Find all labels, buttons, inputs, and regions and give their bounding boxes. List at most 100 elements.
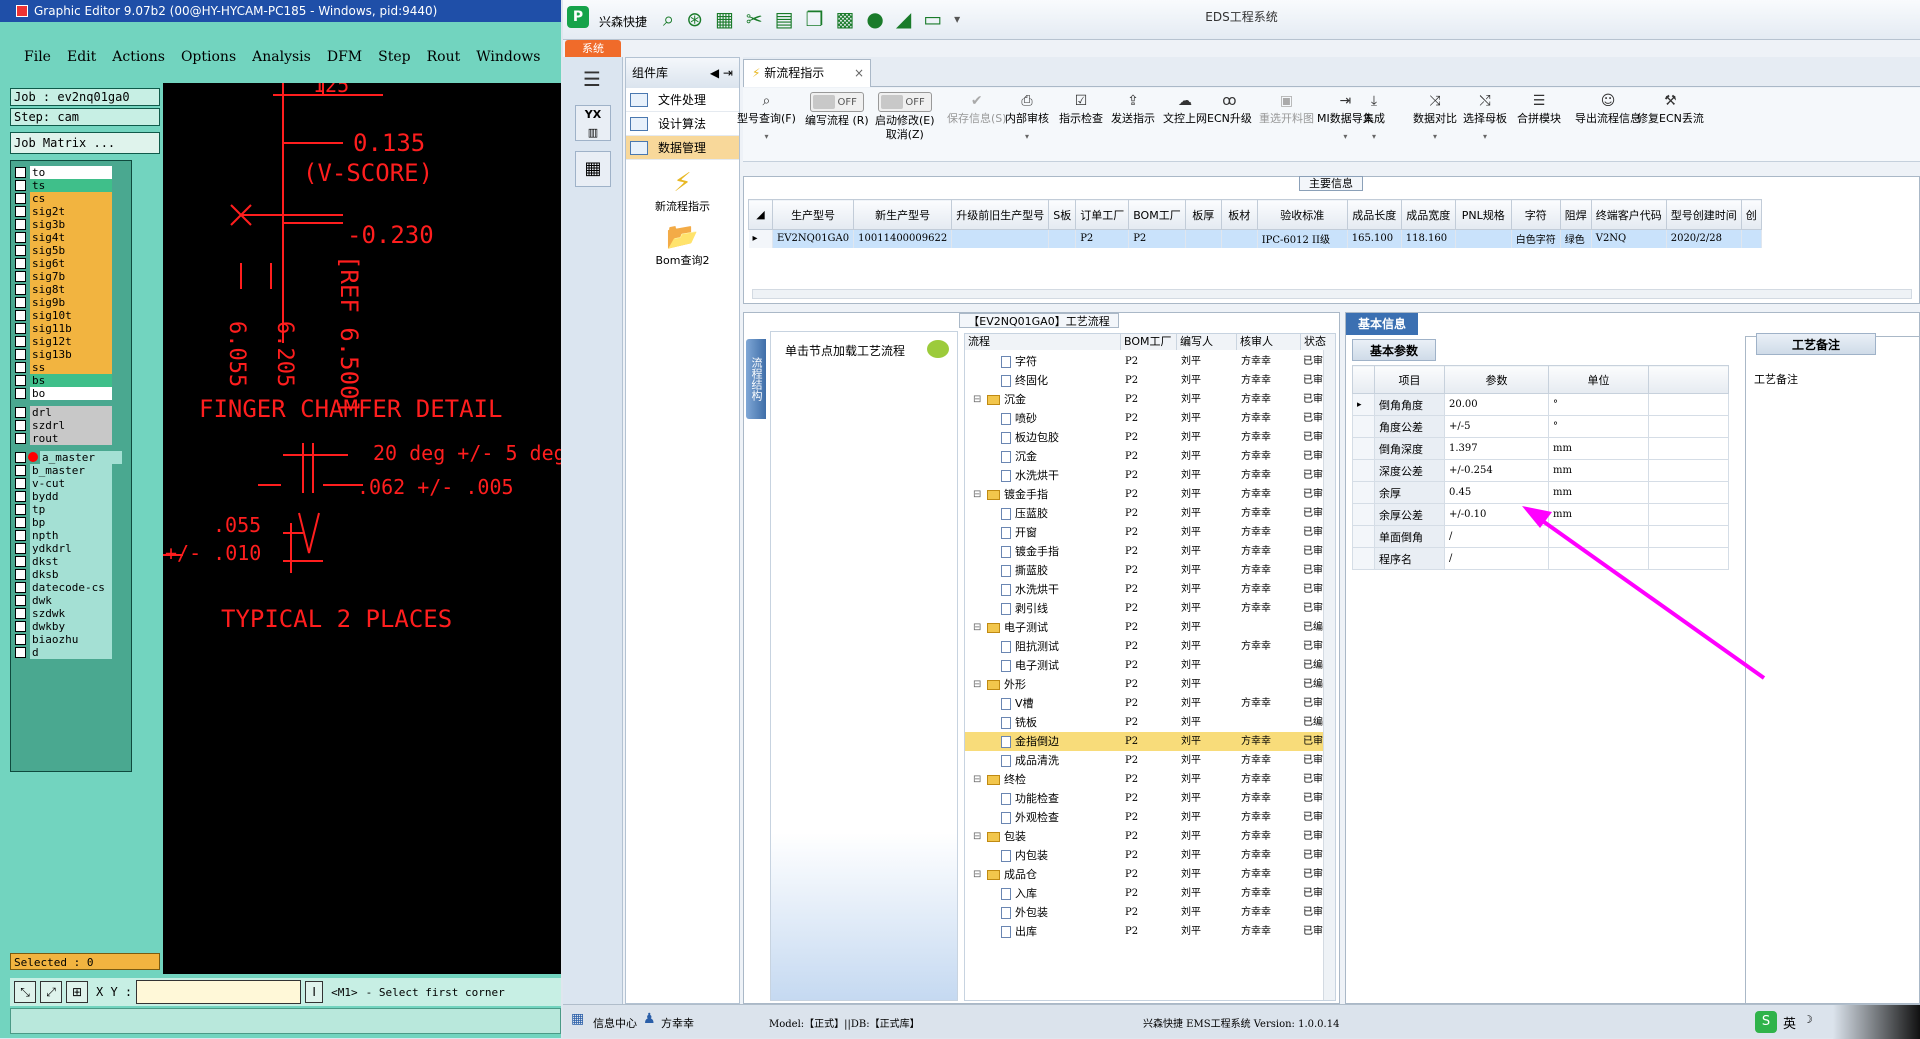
tree-node[interactable]: V槽 (1001, 694, 1034, 713)
tree-row[interactable]: 功能检查 P2 刘平 方幸幸 已审核 (965, 789, 1335, 808)
layer-row[interactable]: sig8t (15, 282, 112, 296)
menu-step[interactable]: Step (378, 49, 410, 65)
moon-icon[interactable]: ☽ (1803, 1013, 1813, 1026)
layer-row[interactable]: sig5b (15, 243, 112, 257)
calculator-icon[interactable]: ▦ (575, 151, 611, 187)
tree-row[interactable]: ⊟ 包装 P2 刘平 方幸幸 已审核 (965, 827, 1335, 846)
layer-row[interactable]: d (15, 645, 112, 659)
tree-column-header[interactable]: 编写人 (1177, 334, 1237, 350)
component-item[interactable]: 设计算法 (626, 112, 739, 136)
layer-row[interactable]: dkst (15, 554, 112, 568)
tree-row[interactable]: 阻抗测试 P2 刘平 方幸幸 已审核 (965, 637, 1335, 656)
layer-row[interactable]: dksb (15, 567, 112, 581)
tree-row[interactable]: 成品清洗 P2 刘平 方幸幸 已审核 (965, 751, 1335, 770)
ribbon-button[interactable]: OFF 启动修改(E) 取消(Z) (875, 92, 935, 142)
layer-checkbox[interactable] (15, 322, 26, 334)
layer-row[interactable]: sig9b (15, 295, 112, 309)
layer-checkbox[interactable] (15, 309, 26, 321)
layer-row[interactable]: bp (15, 515, 112, 529)
help-icon[interactable]: ⊛ (686, 8, 703, 30)
horizontal-scrollbar[interactable] (752, 289, 1912, 299)
component-item[interactable]: 数据管理 (626, 136, 739, 160)
tree-row[interactable]: 字符 P2 刘平 方幸幸 已审核 (965, 352, 1335, 371)
tree-node[interactable]: 压蓝胶 (1001, 504, 1048, 523)
expand-icon[interactable]: ⊟ (973, 618, 981, 637)
column-header[interactable]: PNL规格 (1454, 199, 1512, 230)
tree-column-header[interactable]: BOM工厂 (1121, 334, 1177, 350)
layer-row[interactable]: sig4t (15, 230, 112, 244)
column-header[interactable]: 字符 (1510, 199, 1561, 230)
tree-row[interactable]: 外包装 P2 刘平 方幸幸 已审核 (965, 903, 1335, 922)
tree-row[interactable]: 撕蓝胶 P2 刘平 方幸幸 已审核 (965, 561, 1335, 580)
layer-checkbox[interactable] (15, 387, 26, 399)
tree-node[interactable]: 外观检查 (1001, 808, 1059, 827)
layer-row[interactable]: a_master (15, 450, 122, 464)
table-row[interactable]: ▸ EV2NQ01GA0 10011400009622 P2 P2 IPC-6012 II… (748, 229, 1762, 248)
ribbon-button[interactable]: OFF 编写流程 (R) (805, 92, 869, 128)
layer-row[interactable]: sig11b (15, 321, 112, 335)
tree-node[interactable]: 成品清洗 (1001, 751, 1059, 770)
tree-row[interactable]: 喷砂 P2 刘平 方幸幸 已审核 (965, 409, 1335, 428)
tree-row[interactable]: 剥引线 P2 刘平 方幸幸 已审核 (965, 599, 1335, 618)
menu-rout[interactable]: Rout (427, 49, 461, 65)
layer-row[interactable]: sig13b (15, 347, 112, 361)
monitor-icon[interactable]: ▭ (923, 8, 942, 30)
layer-row[interactable]: szdrl (15, 418, 112, 432)
tree-row[interactable]: 压蓝胶 P2 刘平 方幸幸 已审核 (965, 504, 1335, 523)
column-header[interactable]: 生产型号 (771, 199, 855, 230)
menu-actions[interactable]: Actions (112, 49, 165, 65)
dropdown-arrow-icon[interactable]: ▾ (1463, 132, 1507, 141)
tree-node[interactable]: 阻抗测试 (1001, 637, 1059, 656)
tree-node[interactable]: 金指倒边 (1001, 732, 1059, 751)
column-header[interactable]: 成品长度 (1346, 199, 1402, 230)
info-center-label[interactable]: 信息中心 (593, 1015, 637, 1031)
tree-node[interactable]: 撕蓝胶 (1001, 561, 1048, 580)
layer-checkbox[interactable] (15, 231, 26, 243)
layer-checkbox[interactable] (15, 361, 26, 373)
param-value[interactable]: +/-5 (1444, 415, 1549, 438)
column-header[interactable]: 成品宽度 (1400, 199, 1456, 230)
tree-node[interactable]: ⊟ 包装 (973, 827, 1026, 846)
tree-node[interactable]: ⊟ 镀金手指 (973, 485, 1048, 504)
layer-row[interactable]: bo (15, 386, 112, 400)
tree-row[interactable]: 开窗 P2 刘平 方幸幸 已审核 (965, 523, 1335, 542)
layer-checkbox[interactable] (15, 581, 26, 593)
tree-row[interactable]: 水洗烘干 P2 刘平 方幸幸 已审核 (965, 466, 1335, 485)
component-item[interactable]: 文件处理 (626, 88, 739, 112)
expand-icon[interactable]: ⊟ (973, 485, 981, 504)
tree-row[interactable]: ⊟ 终检 P2 刘平 方幸幸 已审核 (965, 770, 1335, 789)
tree-row[interactable]: 水洗烘干 P2 刘平 方幸幸 已审核 (965, 580, 1335, 599)
column-header[interactable]: 订单工厂 (1075, 199, 1130, 230)
layer-row[interactable]: drl (15, 405, 112, 419)
tree-row[interactable]: ⊟ 成品仓 P2 刘平 方幸幸 已审核 (965, 865, 1335, 884)
column-header[interactable]: 终端客户代码 (1590, 199, 1667, 230)
layer-checkbox[interactable] (15, 568, 26, 580)
tree-scrollbar[interactable] (1323, 350, 1335, 1000)
ribbon-button[interactable]: ☁ 文控上网 (1163, 92, 1207, 126)
layer-checkbox[interactable] (15, 166, 26, 178)
new-flow-item[interactable]: ⚡ 新流程指示 (626, 168, 739, 214)
param-value[interactable]: / (1444, 525, 1549, 548)
ribbon-button[interactable]: ⤭ 选择母板 ▾ (1463, 92, 1507, 141)
tree-node[interactable]: ⊟ 终检 (973, 770, 1026, 789)
tab-basic-info[interactable]: 基本信息 (1346, 313, 1418, 335)
layer-checkbox[interactable] (15, 270, 26, 282)
tree-row[interactable]: ⊟ 沉金 P2 刘平 方幸幸 已审核 (965, 390, 1335, 409)
layer-checkbox[interactable] (15, 464, 26, 476)
param-row[interactable]: 倒角深度 1.397 mm (1352, 437, 1729, 460)
tree-column-header[interactable]: 流程 (965, 334, 1121, 350)
layer-checkbox[interactable] (15, 257, 26, 269)
tab-basic-params[interactable]: 基本参数 (1352, 339, 1436, 361)
tree-row[interactable]: 出库 P2 刘平 方幸幸 已审核 (965, 922, 1335, 941)
tree-node[interactable]: 终固化 (1001, 371, 1048, 390)
column-header[interactable]: BOM工厂 (1128, 199, 1186, 230)
column-header[interactable]: 验收标准 (1256, 199, 1348, 230)
ribbon-button[interactable]: ☺ 导出流程信息 (1575, 92, 1641, 126)
layer-row[interactable]: cs (15, 191, 112, 205)
tree-row[interactable]: 镀金手指 P2 刘平 方幸幸 已审核 (965, 542, 1335, 561)
tree-node[interactable]: 剥引线 (1001, 599, 1048, 618)
ribbon-button[interactable]: ꝏ ECN升级 (1207, 92, 1252, 126)
table-icon[interactable]: ▦ (715, 8, 734, 30)
param-row[interactable]: 角度公差 +/-5 ° (1352, 415, 1729, 438)
input-mode-icon[interactable]: I (305, 981, 324, 1003)
